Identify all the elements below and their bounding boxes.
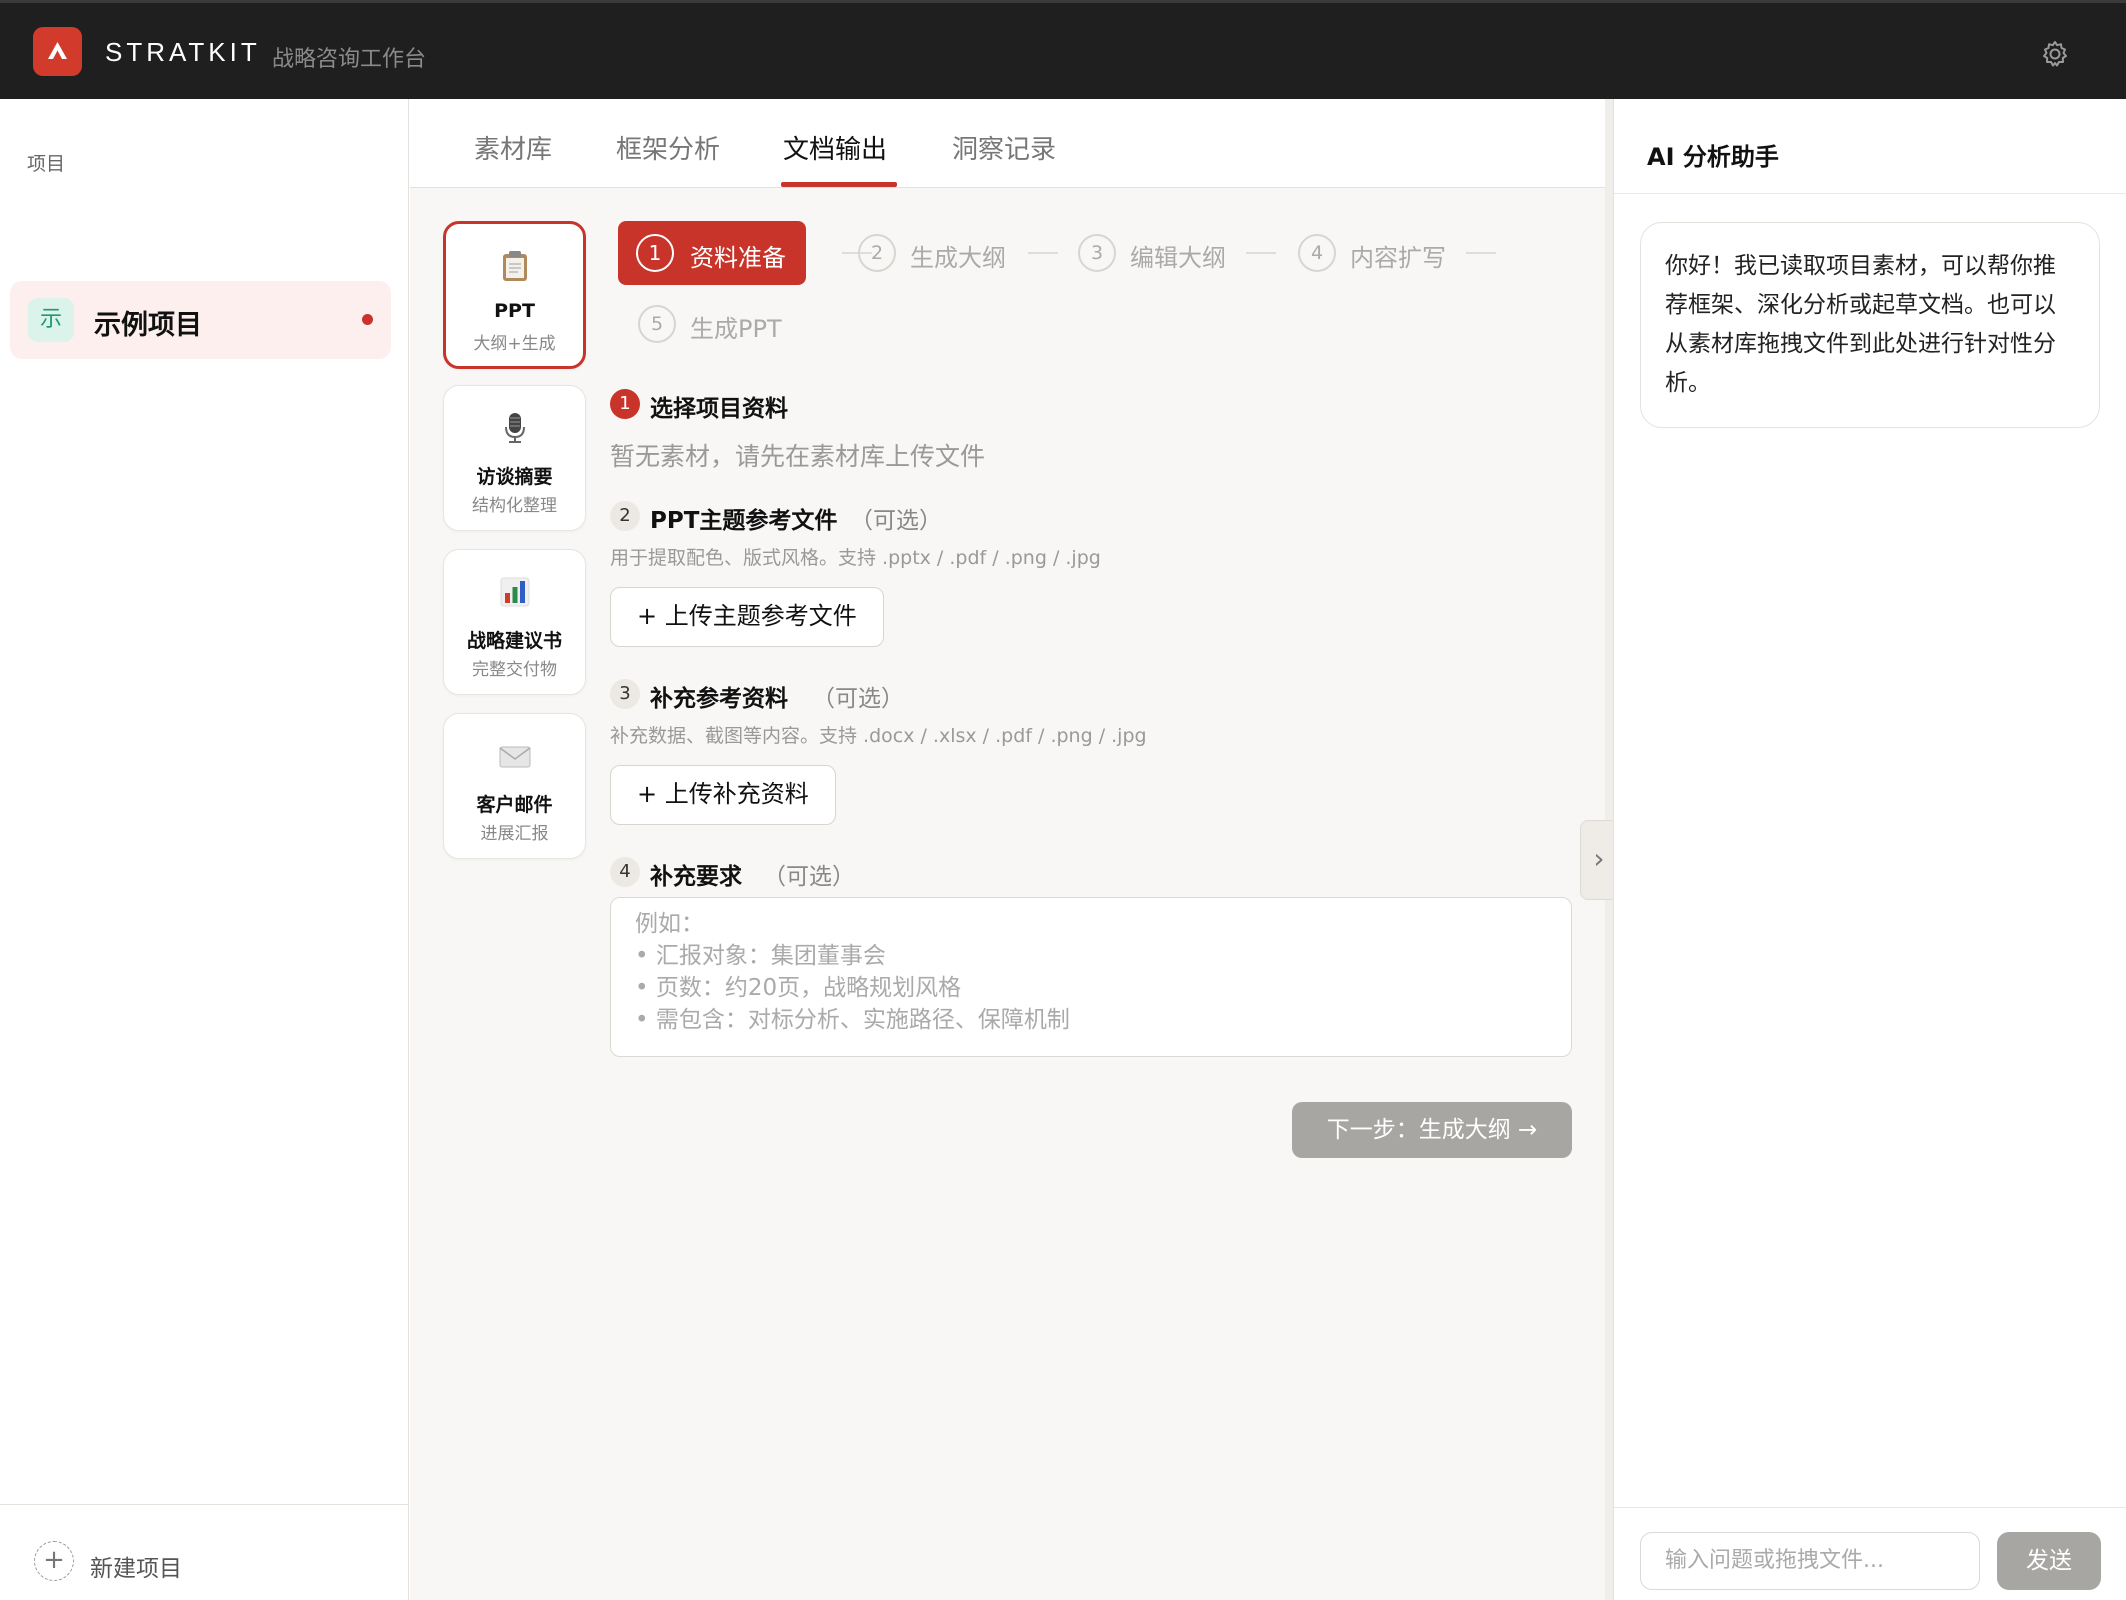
plus-icon[interactable]: + (34, 1541, 74, 1581)
upload-theme-reference-button[interactable]: + 上传主题参考文件 (610, 587, 884, 647)
brand-name: STRATKIT (105, 37, 261, 67)
sidebar-item-example-project[interactable]: 示 示例项目 (10, 281, 391, 359)
ai-assistant-panel: AI 分析助手 你好！我已读取项目素材，可以帮你推荐框架、深化分析或起草文档。也… (1613, 99, 2126, 1600)
doc-type-subtitle: 完整交付物 (472, 660, 557, 680)
step-connector (1466, 252, 1496, 254)
step-label: 生成大纲 (910, 244, 1006, 272)
doc-type-client-email[interactable]: 客户邮件 进展汇报 (443, 713, 586, 859)
brand-subtitle: 战略咨询工作台 (272, 47, 427, 72)
step-connector (1246, 252, 1276, 254)
send-button[interactable]: 发送 (1997, 1532, 2101, 1590)
tab-insight-records[interactable]: 洞察记录 (952, 129, 1056, 166)
step-label: 生成PPT (690, 315, 782, 343)
microphone-icon (504, 413, 525, 443)
optional-label: （可选） (812, 686, 904, 712)
section-number: 4 (610, 857, 640, 887)
step-number: 1 (636, 234, 674, 272)
settings-gear-icon[interactable] (2040, 39, 2070, 69)
doc-type-title: 客户邮件 (476, 794, 553, 816)
clipboard-icon (502, 251, 527, 281)
step-number: 4 (1298, 234, 1336, 272)
step-number: 2 (858, 234, 896, 272)
doc-type-interview-summary[interactable]: 访谈摘要 结构化整理 (443, 385, 586, 531)
app-logo (33, 27, 82, 76)
section-number: 2 (610, 501, 640, 531)
step-connector (1028, 252, 1058, 254)
doc-type-subtitle: 进展汇报 (480, 824, 549, 844)
doc-type-title: 战略建议书 (466, 630, 562, 652)
step-number: 3 (1078, 234, 1116, 272)
section-number: 1 (610, 389, 640, 419)
step-label: 资料准备 (690, 244, 786, 272)
optional-label: （可选） (850, 508, 942, 534)
requirements-textarea[interactable]: 例如： • 汇报对象：集团董事会 • 页数：约20页，战略规划风格 • 需包含：… (610, 897, 1572, 1057)
step-label: 内容扩写 (1350, 244, 1446, 272)
project-status-dot (362, 314, 373, 325)
doc-type-ppt[interactable]: PPT 大纲+生成 (443, 221, 586, 369)
divider (1614, 1507, 2126, 1508)
bar-chart-icon (500, 577, 529, 607)
doc-type-title: PPT (494, 300, 535, 322)
active-tab-indicator (781, 182, 897, 187)
upload-supplementary-button[interactable]: + 上传补充资料 (610, 765, 836, 825)
project-name: 示例项目 (94, 310, 202, 341)
project-avatar: 示 (28, 298, 74, 342)
sidebar-footer: + 新建项目 (0, 1504, 409, 1600)
doc-type-title: 访谈摘要 (476, 466, 553, 488)
theme-reference-hint: 用于提取配色、版式风格。支持 .pptx / .pdf / .png / .jp… (610, 547, 1101, 569)
doc-type-subtitle: 大纲+生成 (473, 334, 556, 354)
ai-chat-input[interactable]: 输入问题或拖拽文件... (1640, 1532, 1980, 1590)
tab-bar: 素材库 框架分析 文档输出 洞察记录 (410, 99, 1605, 188)
section-title-additional-requirements: 补充要求 (650, 864, 742, 890)
divider (1614, 193, 2126, 194)
main-content: 素材库 框架分析 文档输出 洞察记录 PPT 大纲+生成 访谈摘要 结构化整理 (410, 99, 1605, 1600)
next-step-generate-outline-button[interactable]: 下一步：生成大纲 → (1292, 1102, 1572, 1158)
project-sidebar: 项目 示 示例项目 + 新建项目 (0, 99, 409, 1600)
ai-panel-title: AI 分析助手 (1647, 143, 1779, 171)
step-material-prep[interactable]: 1 资料准备 (618, 221, 806, 285)
tab-materials[interactable]: 素材库 (474, 129, 552, 166)
section-number: 3 (610, 679, 640, 709)
doc-type-subtitle: 结构化整理 (472, 496, 557, 516)
top-bar: STRATKIT 战略咨询工作台 (0, 0, 2126, 99)
section-title-select-materials: 选择项目资料 (650, 396, 788, 422)
tab-framework-analysis[interactable]: 框架分析 (616, 129, 720, 166)
supplementary-materials-hint: 补充数据、截图等内容。支持 .docx / .xlsx / .pdf / .pn… (610, 725, 1147, 747)
empty-materials-hint: 暂无素材，请先在素材库上传文件 (610, 442, 986, 471)
sidebar-title: 项目 (27, 153, 66, 175)
new-project-button[interactable]: 新建项目 (90, 1549, 182, 1583)
envelope-icon (499, 746, 530, 768)
ai-message-bubble: 你好！我已读取项目素材，可以帮你推荐框架、深化分析或起草文档。也可以从素材库拖拽… (1640, 222, 2100, 428)
optional-label: （可选） (763, 864, 855, 890)
step-number: 5 (638, 305, 676, 343)
logo-icon (48, 42, 67, 59)
step-label: 编辑大纲 (1130, 244, 1226, 272)
tab-document-output[interactable]: 文档输出 (783, 129, 887, 166)
doc-type-strategy-proposal[interactable]: 战略建议书 完整交付物 (443, 549, 586, 695)
section-title-supplementary-materials: 补充参考资料 (650, 686, 788, 712)
section-title-theme-reference: PPT主题参考文件 (650, 508, 838, 534)
